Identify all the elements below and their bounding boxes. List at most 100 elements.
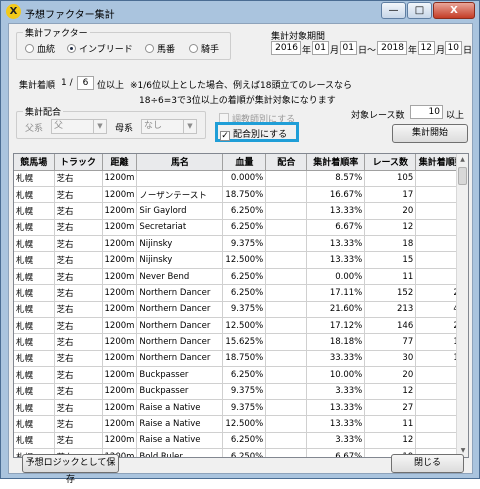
table-cell: Secretariat bbox=[136, 219, 224, 237]
table-cell: 18.18% bbox=[306, 333, 366, 351]
races-input[interactable]: 10 bbox=[410, 105, 443, 119]
factor-group: 集計ファクター 血統 インブリード 馬番 騎手 bbox=[16, 26, 231, 60]
column-header[interactable]: トラック bbox=[54, 154, 103, 171]
table-row[interactable]: 札幌 芝右 1200m Northern Dancer 12.500% 17.12% 146… bbox=[14, 317, 468, 335]
table-cell: 芝右 bbox=[54, 399, 103, 417]
end-day-input[interactable]: 10 bbox=[445, 41, 462, 55]
table-cell: 6.250% bbox=[222, 219, 267, 237]
maximize-button[interactable]: □ bbox=[407, 2, 432, 19]
table-cell: 152 bbox=[364, 284, 417, 302]
table-cell: 6.250% bbox=[222, 268, 267, 286]
table-cell: 3.33% bbox=[306, 383, 366, 400]
table-cell: 18 bbox=[364, 235, 417, 253]
table-cell: 1200m bbox=[102, 432, 138, 450]
rank-note-line2: 18÷6=3で3位以上の着順が集計対象になります bbox=[139, 96, 336, 106]
rank-input[interactable]: 6 bbox=[77, 76, 94, 90]
dam-select[interactable]: なし ▼ bbox=[141, 119, 197, 134]
minimize-button[interactable]: — bbox=[381, 2, 406, 19]
table-cell: 芝右 bbox=[54, 317, 103, 335]
table-cell: 芝右 bbox=[54, 333, 103, 351]
factor-radio-bloodline[interactable]: 血統 bbox=[25, 42, 55, 55]
results-table[interactable]: 競馬場 トラック 距離 馬名 血量 配合 集計着順率 レース数 集計着順数 札幌 芝右 1200m 0… bbox=[13, 153, 469, 458]
end-year-input[interactable]: 2018 bbox=[377, 41, 407, 55]
rank-note-line1: ※1/6位以上とした場合、例えば18頭立てのレースなら bbox=[130, 81, 353, 91]
table-cell: 1200m bbox=[102, 399, 138, 417]
vertical-scrollbar[interactable]: ▲ ▼ bbox=[456, 154, 468, 457]
table-row[interactable]: 札幌芝右1200mノーザンテースト18.750%16.67%175 bbox=[14, 186, 468, 204]
table-cell: 芝右 bbox=[54, 202, 103, 220]
column-header[interactable]: 集計着順率 bbox=[306, 154, 366, 171]
by-pairing-checkbox[interactable]: ✓ 配合別にする bbox=[220, 127, 287, 141]
table-cell: 13.33% bbox=[306, 251, 366, 269]
start-day-input[interactable]: 01 bbox=[340, 41, 357, 55]
table-row[interactable]: 札幌芝右1200m0.000%8.57%1059 bbox=[14, 170, 468, 187]
close-button[interactable]: 閉じる bbox=[391, 454, 464, 473]
close-window-button[interactable]: X bbox=[433, 2, 475, 19]
column-header[interactable]: レース数 bbox=[364, 154, 417, 171]
table-row[interactable]: 札幌芝右1200mBuckpasser6.250%10.00%203 bbox=[14, 366, 468, 384]
table-row[interactable]: 札幌芝右1200mNorthern Dancer9.375%21.60%2134… bbox=[14, 301, 468, 319]
factor-radio-inbreed[interactable]: インブリード bbox=[67, 42, 133, 55]
start-aggregation-button[interactable]: 集計開始 bbox=[392, 124, 468, 143]
scroll-up-icon[interactable]: ▲ bbox=[457, 154, 468, 166]
table-cell: 1200m bbox=[102, 268, 138, 286]
column-header[interactable]: 競馬場 bbox=[14, 154, 55, 171]
table-row[interactable]: 札幌芝右1200mNorthern Dancer6.250%17.11%1522… bbox=[14, 284, 468, 302]
table-row[interactable]: 札幌芝右1200mRaise a Native6.250%3.33%121 bbox=[14, 432, 468, 450]
table-cell: 27 bbox=[364, 399, 417, 417]
table-cell: 札幌 bbox=[14, 251, 55, 269]
start-month-input[interactable]: 01 bbox=[312, 41, 329, 55]
table-cell: 6.250% bbox=[222, 202, 267, 220]
title-bar[interactable]: X 予想ファクター集計 — □ X bbox=[1, 1, 479, 23]
table-row[interactable]: 札幌芝右1200mNijinsky12.500%13.33%154 bbox=[14, 251, 468, 269]
table-cell: 札幌 bbox=[14, 170, 55, 187]
table-cell: 12.500% bbox=[222, 415, 267, 433]
table-row[interactable]: 札幌芝右1200mSecretariat6.250%6.67%122 bbox=[14, 219, 468, 237]
table-cell: 13.33% bbox=[306, 235, 366, 253]
table-cell: 6.250% bbox=[222, 448, 267, 457]
table-cell: 芝右 bbox=[54, 383, 103, 400]
scroll-thumb[interactable] bbox=[458, 167, 467, 185]
save-logic-button[interactable]: 予想ロジックとして保存 bbox=[22, 454, 119, 485]
table-cell: 1200m bbox=[102, 301, 138, 319]
table-cell: 105 bbox=[364, 170, 417, 187]
table-cell: 9.375% bbox=[222, 235, 267, 253]
table-cell: 札幌 bbox=[14, 202, 55, 220]
table-row[interactable]: 札幌芝右1200mNorthern Dancer15.625%18.18%771… bbox=[14, 333, 468, 351]
table-cell: Northern Dancer bbox=[136, 350, 224, 368]
table-cell bbox=[265, 202, 308, 220]
rank-label: 集計着順 bbox=[19, 81, 56, 91]
start-year-input[interactable]: 2016 bbox=[271, 41, 301, 55]
table-row[interactable]: 札幌芝右1200mRaise a Native9.375%13.33%274 bbox=[14, 399, 468, 417]
table-cell bbox=[265, 170, 308, 187]
table-cell bbox=[265, 350, 308, 368]
column-header[interactable]: 馬名 bbox=[136, 154, 224, 171]
table-cell: 芝右 bbox=[54, 251, 103, 269]
table-cell: 6.250% bbox=[222, 432, 267, 450]
month-label: 月 bbox=[436, 46, 446, 56]
table-row[interactable]: 札幌芝右1200mRaise a Native12.500%13.33%111 bbox=[14, 415, 468, 433]
table-cell: 11 bbox=[364, 268, 417, 286]
factor-radio-jockey[interactable]: 騎手 bbox=[189, 42, 219, 55]
column-header[interactable]: 配合 bbox=[265, 154, 308, 171]
table-cell: 17.11% bbox=[306, 284, 366, 302]
column-header[interactable]: 距離 bbox=[102, 154, 138, 171]
end-month-input[interactable]: 12 bbox=[418, 41, 435, 55]
column-header[interactable]: 血量 bbox=[222, 154, 267, 171]
factor-radio-horse-number[interactable]: 馬番 bbox=[145, 42, 175, 55]
table-cell: 6.250% bbox=[222, 366, 267, 384]
sire-select[interactable]: 父 ▼ bbox=[51, 119, 107, 134]
table-row[interactable]: 札幌芝右1200mBuckpasser9.375%3.33%121 bbox=[14, 383, 468, 400]
table-row[interactable]: 札幌芝右1200mNorthern Dancer18.750%33.33%301… bbox=[14, 350, 468, 368]
table-row[interactable]: 札幌芝右1200mSir Gaylord6.250%13.33%204 bbox=[14, 202, 468, 220]
table-cell: 15.625% bbox=[222, 333, 267, 351]
table-cell: Raise a Native bbox=[136, 399, 224, 417]
table-cell: 20 bbox=[364, 202, 417, 220]
table-cell bbox=[265, 268, 308, 286]
table-cell: 1200m bbox=[102, 415, 138, 433]
table-row[interactable]: 札幌芝右1200mNever Bend6.250%0.00%110 bbox=[14, 268, 468, 286]
table-cell: 20 bbox=[364, 366, 417, 384]
table-cell: 芝右 bbox=[54, 170, 103, 187]
table-cell bbox=[265, 448, 308, 457]
table-row[interactable]: 札幌芝右1200mNijinsky9.375%13.33%184 bbox=[14, 235, 468, 253]
